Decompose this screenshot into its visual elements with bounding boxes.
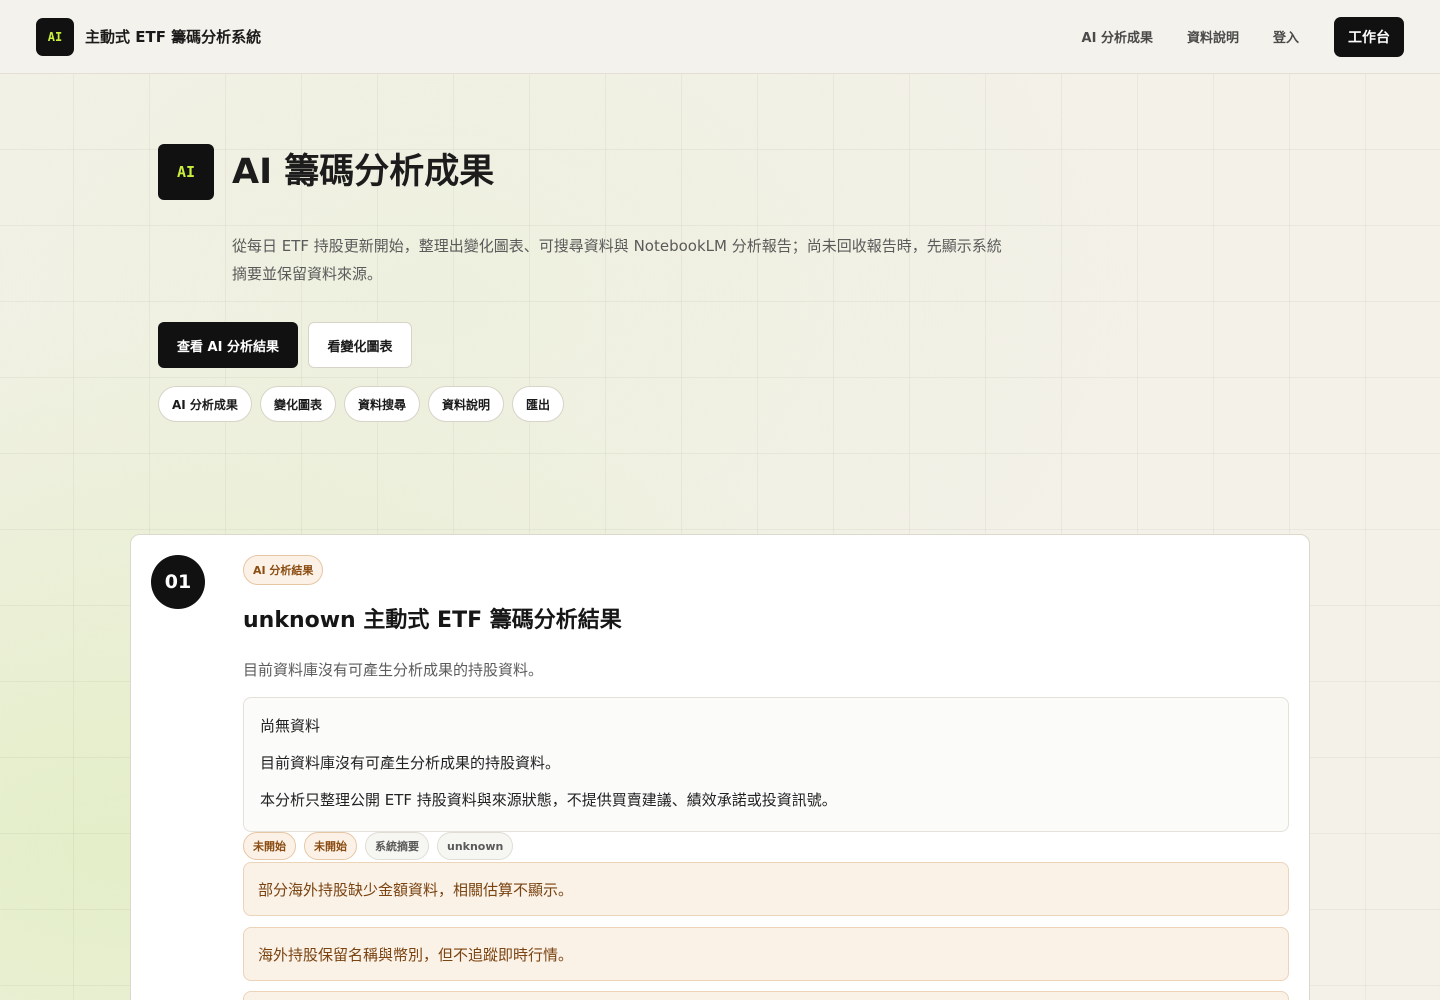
pill-export[interactable]: 匯出 bbox=[511, 386, 564, 422]
warning-note: 海外持股保留名稱與幣別，但不追蹤即時行情。 bbox=[243, 927, 1289, 981]
nav-login[interactable]: 登入 bbox=[1273, 27, 1299, 46]
hero-ai-badge-icon: AI bbox=[158, 144, 214, 200]
pill-data-search[interactable]: 資料搜尋 bbox=[343, 386, 420, 422]
pill-data-docs[interactable]: 資料說明 bbox=[427, 386, 504, 422]
source-badge: 系統摘要 bbox=[365, 832, 429, 860]
etf-code-badge: unknown bbox=[437, 832, 514, 860]
quick-links: AI 分析成果 變化圖表 資料搜尋 資料說明 匯出 bbox=[158, 386, 572, 422]
summary-line: 尚無資料 bbox=[260, 717, 321, 735]
status-badge: 未開始 bbox=[243, 832, 296, 860]
pill-ai-results[interactable]: AI 分析成果 bbox=[158, 386, 252, 422]
view-charts-button[interactable]: 看變化圖表 bbox=[308, 322, 412, 368]
warning-note-partial bbox=[243, 991, 1289, 1000]
main-nav: AI 分析成果 資料說明 登入 工作台 bbox=[1048, 16, 1404, 57]
view-ai-results-button[interactable]: 查看 AI 分析結果 bbox=[158, 322, 298, 368]
summary-line: 本分析只整理公開 ETF 持股資料與來源狀態，不提供買賣建議、績效承諾或投資訊號… bbox=[260, 791, 837, 809]
nav-ai-results[interactable]: AI 分析成果 bbox=[1082, 27, 1153, 46]
result-summary-box: 尚無資料 目前資料庫沒有可產生分析成果的持股資料。 本分析只整理公開 ETF 持… bbox=[243, 697, 1289, 832]
status-chips: 未開始 未開始 系統摘要 unknown bbox=[243, 832, 521, 860]
app-logo[interactable]: AI bbox=[36, 17, 74, 56]
summary-line: 目前資料庫沒有可產生分析成果的持股資料。 bbox=[260, 754, 561, 772]
page-description: 從每日 ETF 持股更新開始，整理出變化圖表、可搜尋資料與 NotebookLM… bbox=[232, 237, 1002, 283]
pill-charts[interactable]: 變化圖表 bbox=[259, 386, 336, 422]
brand-name[interactable]: 主動式 ETF 籌碼分析系統 bbox=[85, 26, 261, 47]
workspace-button[interactable]: 工作台 bbox=[1334, 16, 1404, 57]
step-number: 01 bbox=[151, 555, 205, 609]
nav-data-docs[interactable]: 資料說明 bbox=[1187, 27, 1239, 46]
top-navigation-bar: AI 主動式 ETF 籌碼分析系統 AI 分析成果 資料說明 登入 工作台 bbox=[0, 0, 1440, 74]
warning-note: 部分海外持股缺少金額資料，相關估算不顯示。 bbox=[243, 862, 1289, 916]
result-type-tag: AI 分析結果 bbox=[243, 555, 324, 585]
result-subtitle: 目前資料庫沒有可產生分析成果的持股資料。 bbox=[243, 661, 544, 679]
status-badge: 未開始 bbox=[304, 832, 357, 860]
result-title: unknown 主動式 ETF 籌碼分析結果 bbox=[243, 608, 622, 633]
analysis-result-card: 01 AI 分析結果 unknown 主動式 ETF 籌碼分析結果 目前資料庫沒… bbox=[130, 534, 1310, 1000]
page-title: AI 籌碼分析成果 bbox=[232, 152, 495, 192]
